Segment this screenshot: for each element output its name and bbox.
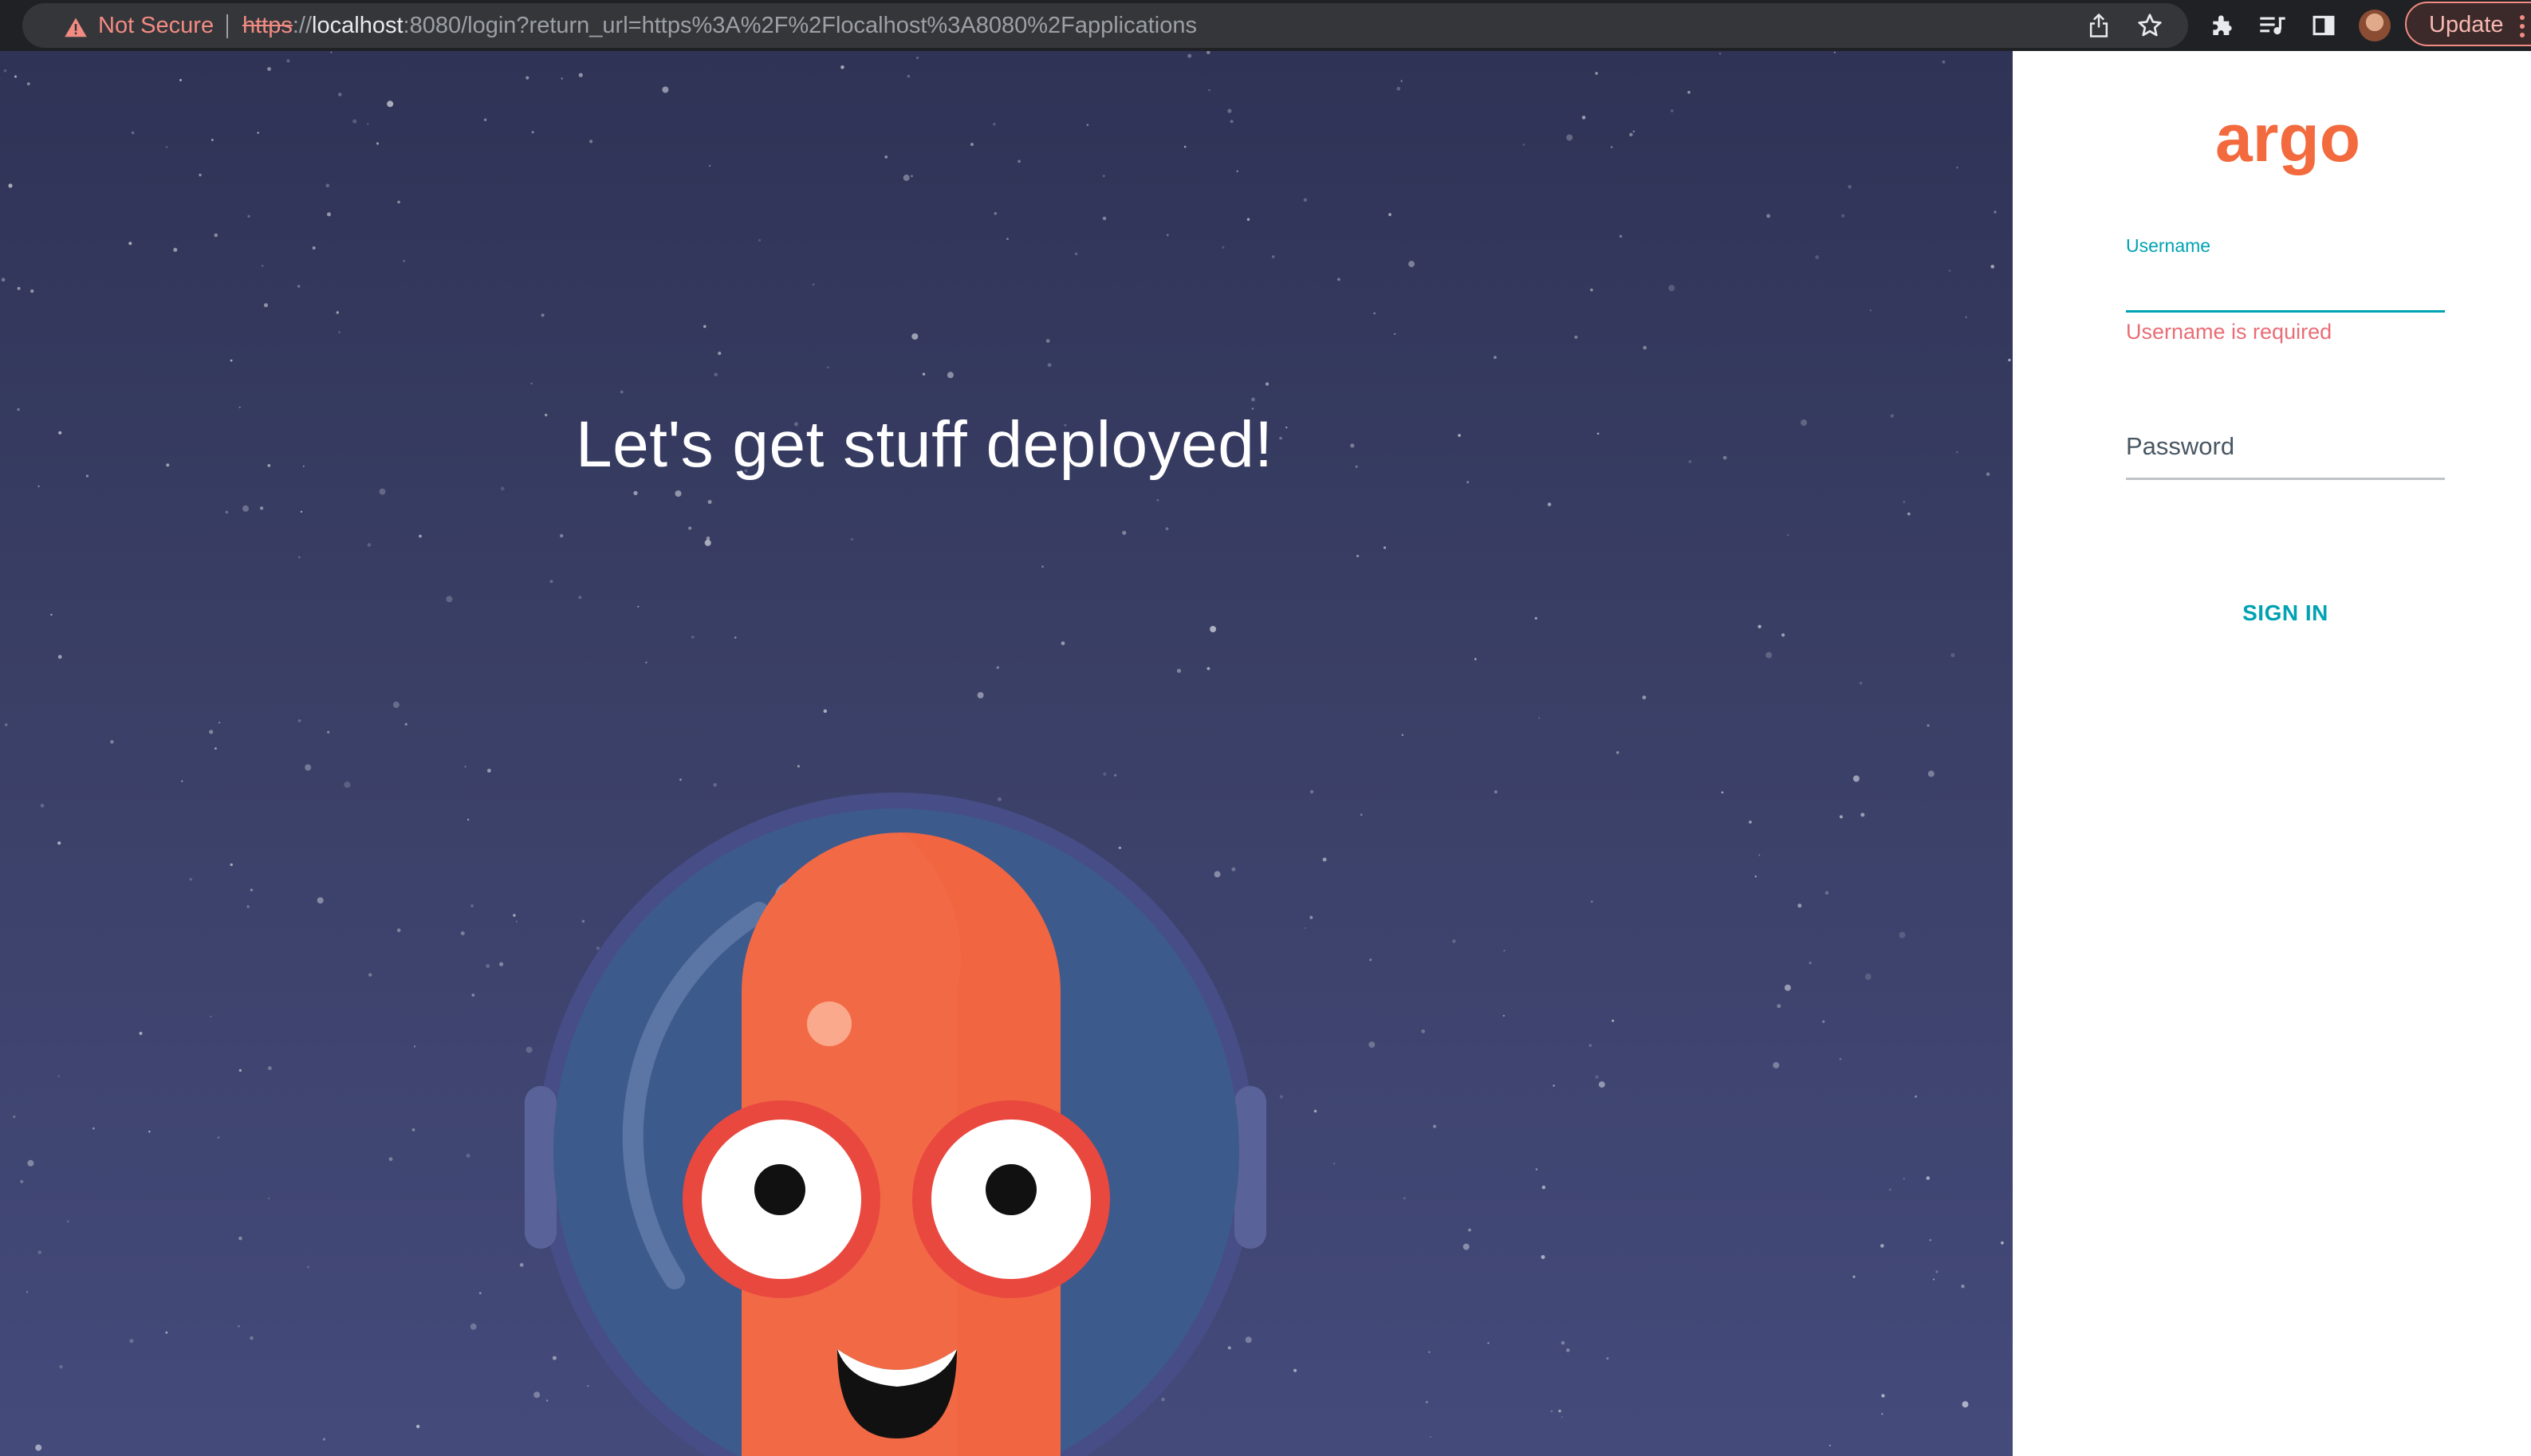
address-separator	[226, 14, 228, 38]
security-status-label[interactable]: Not Secure	[98, 12, 214, 39]
username-label: Username	[2126, 235, 2211, 256]
side-panel-icon[interactable]	[2305, 6, 2343, 45]
warning-icon[interactable]	[64, 16, 88, 40]
profile-avatar[interactable]	[2359, 10, 2391, 41]
svg-text:argo: argo	[2215, 107, 2360, 175]
login-panel: argo Username Username is required SIGN …	[2013, 51, 2531, 1456]
extensions-icon[interactable]	[2202, 6, 2241, 45]
address-bar[interactable]: Not Secure https://localhost:8080/login?…	[22, 3, 2188, 48]
password-input[interactable]	[2126, 424, 2445, 480]
url-text[interactable]: https://localhost:8080/login?return_url=…	[242, 12, 1197, 39]
hero-tagline: Let's get stuff deployed!	[576, 408, 1273, 481]
hero-panel: Let's get stuff deployed!	[0, 51, 2013, 1456]
login-page: Let's get stuff deployed! argo Username …	[0, 51, 2531, 1456]
url-separator: ://	[292, 13, 313, 38]
browser-toolbar: Not Secure https://localhost:8080/login?…	[0, 0, 2531, 51]
url-host: localhost	[312, 13, 403, 38]
update-button-label: Update	[2429, 12, 2504, 37]
url-scheme: https	[242, 13, 293, 38]
argo-logo: argo	[2215, 107, 2360, 175]
bookmark-star-icon[interactable]	[2131, 6, 2169, 45]
media-playlist-icon[interactable]	[2253, 6, 2292, 45]
url-path: :8080/login?return_url=https%3A%2F%2Floc…	[403, 13, 1197, 38]
more-menu-icon[interactable]	[2520, 14, 2525, 38]
username-error-message: Username is required	[2126, 320, 2332, 344]
sign-in-button[interactable]: SIGN IN	[2198, 585, 2373, 641]
username-input[interactable]	[2126, 265, 2445, 313]
share-icon[interactable]	[2080, 6, 2118, 45]
update-button[interactable]: Update	[2405, 2, 2531, 46]
argo-mascot-illustration	[525, 793, 1266, 1456]
